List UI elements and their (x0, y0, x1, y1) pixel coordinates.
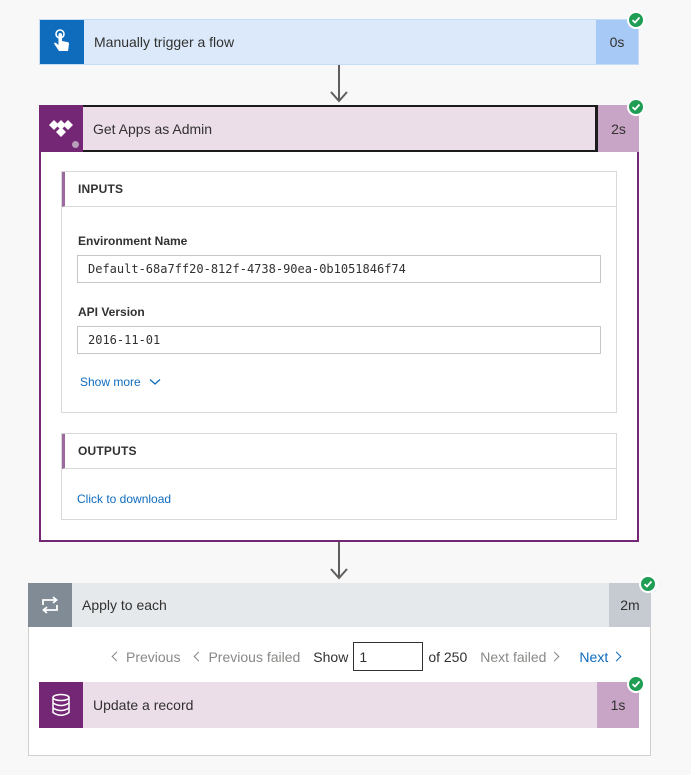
arrow-down-icon (330, 91, 348, 103)
get-apps-success-check-icon (627, 98, 645, 116)
next-label: Next (579, 648, 609, 665)
chevron-left-icon (111, 651, 122, 662)
environment-name-field[interactable]: Default-68a7ff20-812f-4738-90ea-0b105184… (77, 255, 601, 283)
get-apps-body: INPUTS Environment Name Default-68a7ff20… (40, 152, 638, 541)
iteration-pager: Previous Previous failed Show 1 of 250 N… (110, 642, 622, 671)
show-label: Show (313, 648, 349, 665)
chevron-right-icon (611, 651, 622, 662)
power-platform-admin-icon (49, 119, 73, 137)
chevron-right-icon (549, 651, 560, 662)
show-more-link[interactable]: Show more (80, 375, 161, 389)
arrow-down-icon (330, 568, 348, 580)
next-button[interactable]: Next (579, 648, 622, 665)
previous-button[interactable]: Previous (110, 649, 180, 665)
inputs-header: INPUTS (62, 172, 616, 207)
trigger-success-check-icon (627, 11, 645, 29)
apply-each-success-check-icon (639, 575, 657, 593)
trigger-card[interactable]: Manually trigger a flow 0s (39, 19, 639, 65)
previous-label: Previous (126, 648, 181, 665)
trigger-icon-box (40, 20, 84, 64)
chevron-down-icon (149, 379, 161, 385)
outputs-section: OUTPUTS Click to download (61, 433, 617, 520)
chevron-left-icon (194, 651, 204, 662)
of-total-label: of 250 (428, 648, 468, 665)
update-record-success-check-icon (627, 675, 645, 693)
get-apps-card[interactable]: Get Apps as Admin 2s (39, 105, 639, 152)
next-failed-button[interactable]: Next failed (480, 648, 560, 665)
apply-each-title: Apply to each (82, 597, 167, 613)
status-dot-icon (72, 141, 79, 148)
inputs-section: INPUTS Environment Name Default-68a7ff20… (61, 171, 617, 413)
outputs-header: OUTPUTS (62, 434, 616, 469)
previous-failed-button[interactable]: Previous failed (192, 649, 300, 665)
touch-hand-icon (54, 29, 69, 51)
api-version-label: API Version (78, 305, 145, 319)
apply-each-card[interactable]: Apply to each 2m (28, 583, 651, 627)
database-icon (52, 693, 70, 716)
show-more-label: Show more (80, 375, 141, 389)
iteration-input[interactable]: 1 (353, 642, 424, 671)
update-record-card[interactable]: Update a record 1s (39, 682, 639, 728)
loop-repeat-icon (42, 596, 58, 614)
dataverse-icon-box (39, 682, 83, 728)
next-failed-label: Next failed (480, 648, 547, 665)
environment-name-label: Environment Name (78, 234, 188, 248)
trigger-title: Manually trigger a flow (94, 34, 235, 50)
previous-failed-label: Previous failed (208, 648, 301, 665)
click-to-download-link[interactable]: Click to download (77, 492, 171, 506)
admin-icon-box (39, 105, 83, 152)
api-version-field[interactable]: 2016-11-01 (77, 326, 601, 354)
loop-icon-box (28, 583, 72, 627)
get-apps-title: Get Apps as Admin (83, 105, 597, 152)
update-record-title: Update a record (93, 697, 194, 713)
